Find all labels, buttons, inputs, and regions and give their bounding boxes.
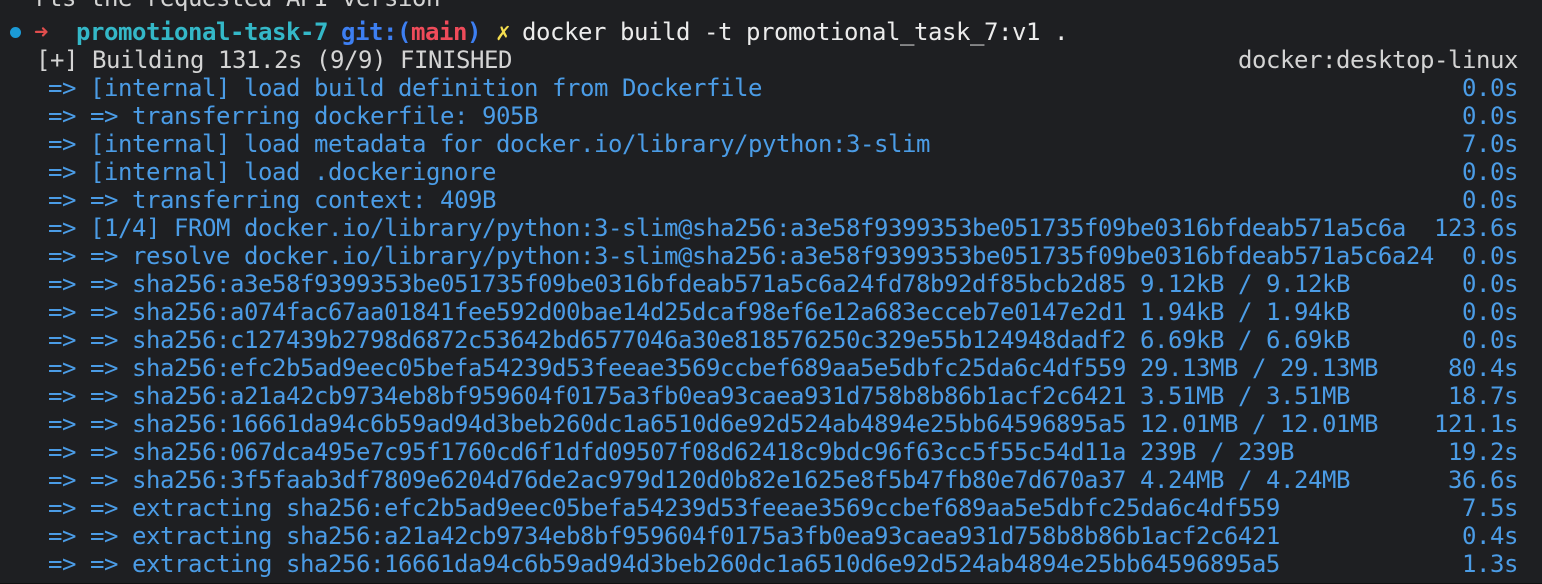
build-status: [+] Building 131.2s (9/9) FINISHED (36, 46, 512, 74)
build-step-time: 80.4s (1448, 354, 1518, 382)
build-step-time: 123.6s (1434, 214, 1518, 242)
build-log-line: => => sha256:16661da94c6b59ad94d3beb260d… (0, 410, 1542, 438)
build-log-text: => [1/4] FROM docker.io/library/python:3… (48, 214, 1406, 242)
download-progress: 29.13MB / 29.13MB (1140, 354, 1378, 382)
build-step-time: 7.5s (1462, 494, 1518, 522)
build-log-line: => => sha256:3f5faab3df7809e6204d76de2ac… (0, 466, 1542, 494)
build-log-text: => [internal] load build definition from… (48, 74, 762, 102)
build-log-line: => => extracting sha256:efc2b5ad9eec05be… (0, 494, 1542, 522)
build-log-text: => => sha256:16661da94c6b59ad94d3beb260d… (48, 410, 1126, 438)
prompt-git-label: git:(main) (341, 18, 481, 46)
terminal-window[interactable]: rts the requested API version ➜ promotio… (0, 0, 1542, 584)
shell-prompt-line: ➜ promotional-task-7 git:(main) ✗ docker… (0, 18, 1542, 46)
terminal-top-fragment: rts the requested API version (34, 0, 440, 12)
build-log-text: => => sha256:a21a42cb9734eb8bf959604f017… (48, 382, 1126, 410)
build-log-text: => => extracting sha256:16661da94c6b59ad… (48, 550, 1280, 578)
build-log-text: => [internal] load metadata for docker.i… (48, 130, 930, 158)
build-step-time: 19.2s (1448, 438, 1518, 466)
build-log-text: => => transferring context: 409B (48, 186, 496, 214)
build-step-time: 0.0s (1462, 158, 1518, 186)
download-progress: 12.01MB / 12.01MB (1140, 410, 1378, 438)
download-progress: 4.24MB / 4.24MB (1140, 466, 1350, 494)
build-log-line: => => transferring dockerfile: 905B 0.0s (0, 102, 1542, 130)
build-log-line: => => sha256:a21a42cb9734eb8bf959604f017… (0, 382, 1542, 410)
build-step-time: 0.0s (1462, 326, 1518, 354)
build-log-text: => => sha256:c127439b2798d6872c53642bd65… (48, 326, 1126, 354)
build-log-line: => => extracting sha256:a21a42cb9734eb8b… (0, 522, 1542, 550)
branch-open-paren: ( (397, 18, 411, 46)
build-log-line: => => resolve docker.io/library/python:3… (0, 242, 1542, 270)
build-log-line: => => extracting sha256:16661da94c6b59ad… (0, 550, 1542, 578)
build-step-time: 0.0s (1462, 102, 1518, 130)
build-step-time: 0.0s (1462, 270, 1518, 298)
build-log-line: => => sha256:067dca495e7c95f1760cd6f1dfd… (0, 438, 1542, 466)
build-step-time: 18.7s (1448, 382, 1518, 410)
build-log-line: => => sha256:a074fac67aa01841fee592d00ba… (0, 298, 1542, 326)
build-log-text: => => extracting sha256:a21a42cb9734eb8b… (48, 522, 1280, 550)
build-header-line: [+] Building 131.2s (9/9) FINISHED docke… (0, 46, 1542, 74)
build-log-text: => => sha256:efc2b5ad9eec05befa54239d53f… (48, 354, 1126, 382)
build-step-time: 0.4s (1462, 522, 1518, 550)
build-log-text: => => resolve docker.io/library/python:3… (48, 242, 1434, 270)
build-log-line: => [1/4] FROM docker.io/library/python:3… (0, 214, 1542, 242)
build-log-line: => => transferring context: 409B 0.0s (0, 186, 1542, 214)
branch-close-paren: ) (467, 18, 481, 46)
build-step-time: 0.0s (1462, 74, 1518, 102)
build-log-line: => => sha256:a3e58f9399353be051735f09be0… (0, 270, 1542, 298)
build-log-text: => => transferring dockerfile: 905B (48, 102, 538, 130)
git-label-text: git: (341, 18, 397, 46)
build-log-line: => => sha256:efc2b5ad9eec05befa54239d53f… (0, 354, 1542, 382)
prompt-arrow-icon: ➜ (34, 18, 48, 46)
build-log-text: => => sha256:a074fac67aa01841fee592d00ba… (48, 298, 1126, 326)
build-log-text: => => sha256:a3e58f9399353be051735f09be0… (48, 270, 1126, 298)
build-step-time: 121.1s (1434, 410, 1518, 438)
build-log-line: => [internal] load .dockerignore 0.0s (0, 158, 1542, 186)
build-log-line: => [internal] load metadata for docker.i… (0, 130, 1542, 158)
shell-command: docker build -t promotional_task_7:v1 . (522, 18, 1068, 46)
prompt-directory: promotional-task-7 (76, 18, 328, 46)
download-progress: 239B / 239B (1140, 438, 1294, 466)
build-log-text: => => sha256:067dca495e7c95f1760cd6f1dfd… (48, 438, 1126, 466)
build-step-time: 36.6s (1448, 466, 1518, 494)
download-progress: 1.94kB / 1.94kB (1140, 298, 1350, 326)
download-progress: 9.12kB / 9.12kB (1140, 270, 1350, 298)
build-log-text: => => extracting sha256:efc2b5ad9eec05be… (48, 494, 1280, 522)
git-dirty-icon: ✗ (496, 18, 510, 46)
build-log-line: => [internal] load build definition from… (0, 74, 1542, 102)
docker-context: docker:desktop-linux (1238, 46, 1518, 74)
build-log-text: => => sha256:3f5faab3df7809e6204d76de2ac… (48, 466, 1126, 494)
prompt-status-dot-icon (10, 27, 21, 38)
download-progress: 3.51MB / 3.51MB (1140, 382, 1350, 410)
build-step-time: 1.3s (1462, 550, 1518, 578)
build-step-time: 0.0s (1462, 298, 1518, 326)
build-step-time: 0.0s (1462, 242, 1518, 270)
build-step-time: 0.0s (1462, 186, 1518, 214)
build-log-text: => [internal] load .dockerignore (48, 158, 496, 186)
download-progress: 6.69kB / 6.69kB (1140, 326, 1350, 354)
build-log-line: => => sha256:c127439b2798d6872c53642bd65… (0, 326, 1542, 354)
build-step-time: 7.0s (1462, 130, 1518, 158)
git-branch-name: main (411, 18, 467, 46)
